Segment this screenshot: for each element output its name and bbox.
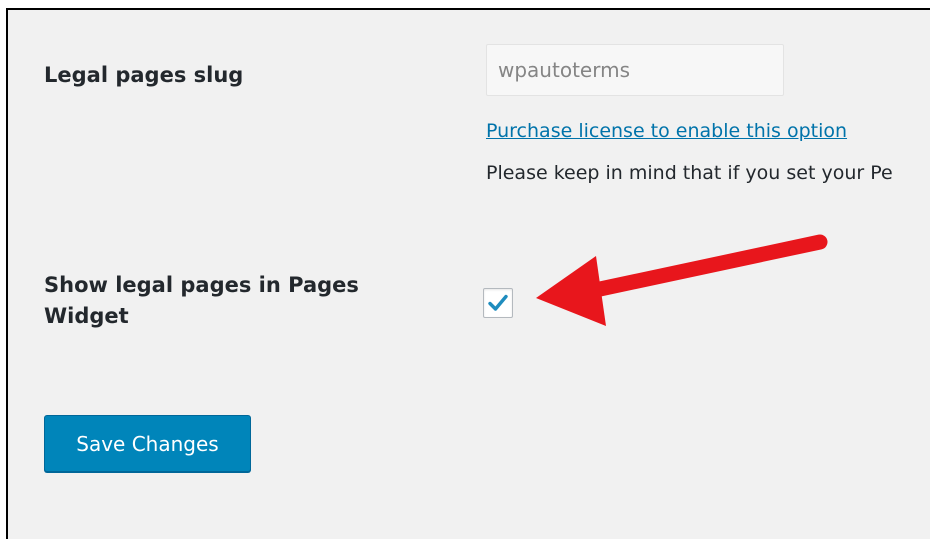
settings-panel: Legal pages slug Purchase license to ena… [6, 8, 930, 539]
save-changes-button[interactable]: Save Changes [44, 415, 251, 472]
slug-input[interactable] [486, 44, 784, 96]
arrow-shaft [578, 234, 828, 300]
slug-label: Legal pages slug [44, 63, 244, 87]
show-in-widget-checkbox[interactable] [483, 288, 513, 318]
arrow-head [536, 256, 606, 326]
widget-label: Show legal pages in Pages Widget [44, 273, 359, 328]
permalink-note: Please keep in mind that if you set your… [486, 162, 893, 184]
purchase-license-link[interactable]: Purchase license to enable this option [486, 120, 847, 142]
checkmark-icon [488, 294, 508, 311]
